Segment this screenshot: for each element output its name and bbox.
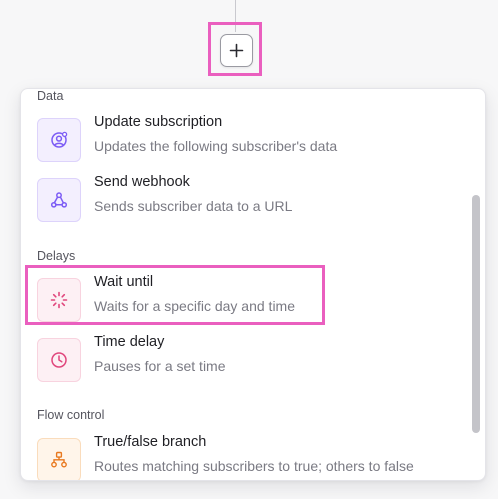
section-label-delays: Delays: [37, 249, 76, 263]
section-label-flow-control: Flow control: [37, 408, 105, 422]
item-title: Send webhook: [94, 174, 190, 190]
item-description: Sends subscriber data to a URL: [94, 198, 293, 214]
item-description: Pauses for a set time: [94, 358, 226, 374]
clock-icon: [37, 338, 81, 382]
item-description: Routes matching subscribers to true; oth…: [94, 458, 414, 474]
add-step-button[interactable]: [220, 34, 253, 67]
item-title: Update subscription: [94, 114, 223, 130]
section-label-data: Data: [37, 89, 64, 103]
plus-icon: [229, 43, 244, 58]
add-step-menu: Data Update subscription Updates the fol…: [20, 88, 486, 481]
menu-item-update-subscription[interactable]: Update subscription Updates the followin…: [37, 114, 467, 166]
menu-item-time-delay[interactable]: Time delay Pauses for a set time: [37, 334, 467, 386]
item-description: Updates the following subscriber's data: [94, 138, 338, 154]
user-cog-icon: [37, 118, 81, 162]
menu-scrollbar[interactable]: [472, 195, 480, 433]
branch-icon: [37, 438, 81, 480]
item-title: Time delay: [94, 334, 165, 350]
item-title: True/false branch: [94, 434, 207, 450]
webhook-icon: [37, 178, 81, 222]
menu-item-true-false-branch[interactable]: True/false branch Routes matching subscr…: [37, 434, 467, 480]
menu-item-send-webhook[interactable]: Send webhook Sends subscriber data to a …: [37, 174, 467, 226]
wait-until-highlight: [25, 265, 325, 325]
